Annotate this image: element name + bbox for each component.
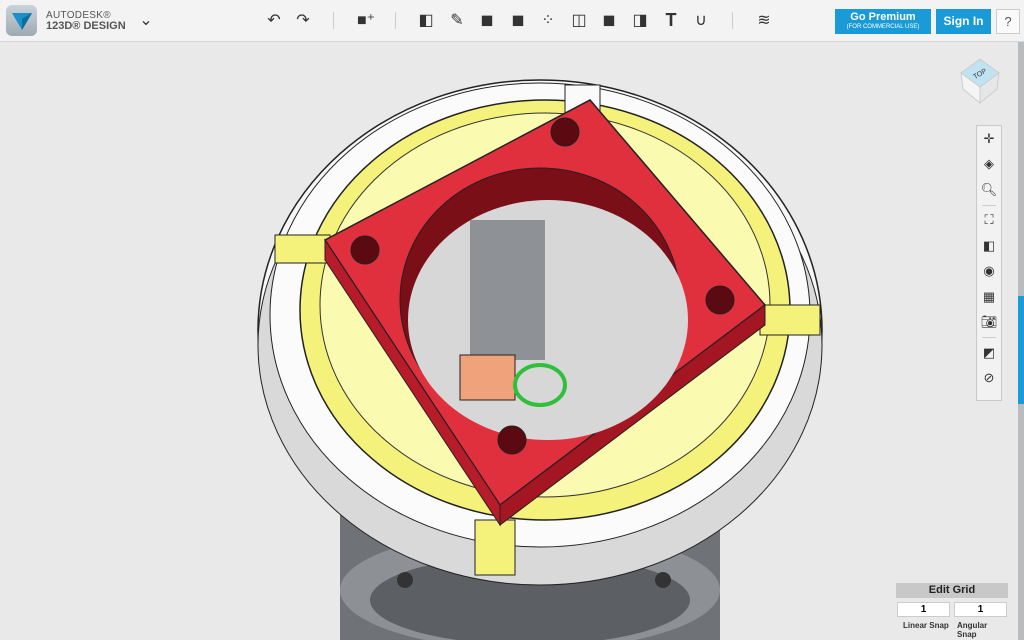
hide-icon[interactable]: ⊘ (977, 366, 1001, 392)
material-icon[interactable]: ≋ (754, 10, 774, 30)
side-panel-toggle[interactable] (1018, 296, 1024, 404)
go-premium-button[interactable]: Go Premium (FOR COMMERCIAL USE) (835, 9, 931, 34)
grouping-icon[interactable]: ⁘ (538, 10, 558, 30)
app-menu-chevron-icon[interactable]: ⌄ (136, 10, 156, 30)
redo-icon[interactable]: ↷ (293, 10, 313, 30)
text-icon[interactable]: ◨ (630, 10, 650, 30)
help-button[interactable]: ? (996, 9, 1020, 34)
combine-icon[interactable]: ◫ (569, 10, 589, 30)
visibility-icon[interactable]: ◉ (977, 259, 1001, 285)
divider (982, 337, 996, 338)
camera-icon[interactable]: 📷︎ (977, 310, 1001, 336)
view-cube-icon: TOP (960, 58, 1000, 105)
sign-in-button[interactable]: Sign In (936, 9, 991, 34)
divider (732, 12, 733, 29)
modify-icon[interactable]: ◼ (477, 10, 497, 30)
angular-snap-input[interactable]: 1 (954, 602, 1007, 617)
logo-icon (11, 12, 32, 30)
brand: AUTODESK® 123D® DESIGN (46, 10, 126, 32)
text-tool-icon[interactable]: T (661, 10, 681, 30)
app-logo[interactable] (6, 5, 37, 36)
edit-grid-button[interactable]: Edit Grid (896, 583, 1008, 598)
construct-icon[interactable]: ✎ (447, 10, 467, 30)
yellow-tab (759, 304, 821, 336)
hole (655, 572, 671, 588)
brand-bottom: 123D® DESIGN (46, 20, 126, 32)
3d-viewport[interactable] (0, 42, 1018, 640)
view-solid-icon[interactable]: ◧ (977, 233, 1001, 259)
top-bar: AUTODESK® 123D® DESIGN ⌄ ↶ ↷ ■⁺ ◧ ✎ ◼ ◼ … (0, 0, 1024, 42)
premium-label: Go Premium (850, 11, 916, 23)
navigation-panel: ✛ ◈ 🔍︎ ⛶ ◧ ◉ ▦ 📷︎ ◩ ⊘ (976, 125, 1002, 401)
orbit-icon[interactable]: ◈ (977, 152, 1001, 178)
zoom-icon[interactable]: 🔍︎ (977, 177, 1001, 203)
edit-grid-panel: Edit Grid 1 1 Linear Snap Angular Snap (896, 583, 1008, 639)
angular-snap-label: Angular Snap (957, 621, 988, 639)
yellow-tab (474, 519, 516, 576)
divider (982, 204, 996, 206)
orange-part (459, 354, 516, 401)
grid-toggle-icon[interactable]: ▦ (977, 284, 1001, 310)
sketch-icon[interactable]: ◧ (416, 10, 436, 30)
undo-icon[interactable]: ↶ (264, 10, 284, 30)
mount-hole (705, 285, 735, 315)
yellow-tab (274, 234, 331, 264)
linear-snap-input[interactable]: 1 (897, 602, 950, 617)
divider (333, 12, 334, 29)
primitives-icon[interactable]: ■⁺ (356, 10, 376, 30)
pan-icon[interactable]: ✛ (977, 126, 1001, 152)
fit-icon[interactable]: ⛶ (977, 208, 1001, 234)
hole (397, 572, 413, 588)
measure-icon[interactable]: ◼ (599, 10, 619, 30)
pattern-icon[interactable]: ◼ (508, 10, 528, 30)
mount-hole (550, 117, 580, 147)
mount-hole (350, 235, 380, 265)
snap-icon[interactable]: ∪ (691, 10, 711, 30)
premium-sublabel: (FOR COMMERCIAL USE) (846, 24, 920, 30)
linear-snap-label: Linear Snap (903, 621, 949, 630)
interior-wall (470, 220, 545, 360)
view-cube[interactable]: TOP (955, 55, 1005, 105)
mount-hole (497, 425, 527, 455)
snap-view-icon[interactable]: ◩ (977, 340, 1001, 366)
divider (395, 12, 396, 29)
